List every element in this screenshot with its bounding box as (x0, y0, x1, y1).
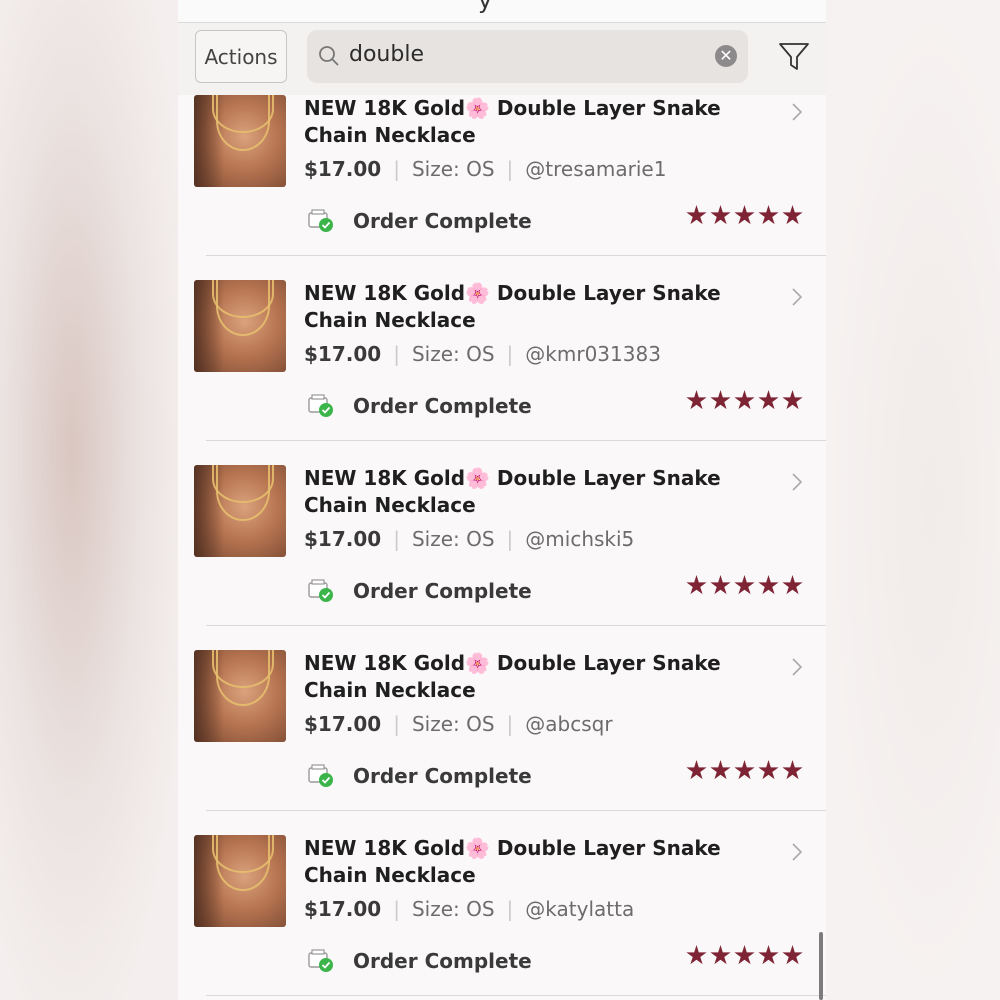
star-icon (758, 945, 779, 965)
chevron-right-icon (792, 288, 803, 306)
order-meta: $17.00 | Size: OS | @katylatta (304, 897, 635, 921)
product-thumbnail (194, 95, 286, 187)
product-thumbnail (194, 835, 286, 927)
chevron-right-icon (792, 658, 803, 676)
product-thumbnail (194, 650, 286, 742)
star-icon (782, 205, 803, 225)
product-title: NEW 18K Gold🌸 Double Layer Snake Chain N… (304, 281, 721, 332)
rating-stars (686, 575, 803, 596)
header-bar: y (178, 0, 826, 23)
star-icon (734, 760, 755, 780)
product-title: NEW 18K Gold🌸 Double Layer Snake Chain N… (304, 836, 721, 887)
star-icon (686, 390, 707, 410)
star-icon (758, 205, 779, 225)
size: Size: OS (411, 342, 495, 366)
price: $17.00 (304, 897, 382, 921)
order-meta: $17.00 | Size: OS | @michski5 (304, 527, 635, 551)
order-row[interactable]: NEW 18K Gold🌸 Double Layer Snake Chain N… (178, 256, 826, 441)
order-complete-icon (308, 394, 333, 417)
order-complete-icon (308, 209, 333, 232)
order-meta: $17.00 | Size: OS | @tresamarie1 (304, 157, 667, 181)
star-icon (782, 760, 803, 780)
star-icon (710, 390, 731, 410)
product-title: NEW 18K Gold🌸 Double Layer Snake Chain N… (304, 466, 721, 517)
star-icon (686, 760, 707, 780)
chevron-right-icon (792, 843, 803, 861)
order-status: Order Complete (353, 764, 532, 788)
star-icon (782, 945, 803, 965)
star-icon (710, 575, 731, 595)
order-status: Order Complete (353, 394, 532, 418)
order-meta: $17.00 | Size: OS | @kmr031383 (304, 342, 661, 366)
star-icon (734, 205, 755, 225)
size: Size: OS (411, 527, 495, 551)
order-complete-icon (308, 579, 333, 602)
product-title: NEW 18K Gold🌸 Double Layer Snake Chain N… (304, 651, 721, 702)
rating-stars (686, 945, 803, 966)
star-icon (782, 390, 803, 410)
buyer-username[interactable]: @tresamarie1 (525, 157, 666, 181)
price: $17.00 (304, 342, 382, 366)
order-complete-icon (308, 949, 333, 972)
buyer-username[interactable]: @kmr031383 (525, 342, 661, 366)
buyer-username[interactable]: @abcsqr (525, 712, 612, 736)
order-complete-icon (308, 764, 333, 787)
order-row[interactable]: NEW 18K Gold🌸 Double Layer Snake Chain N… (178, 626, 826, 811)
star-icon (710, 205, 731, 225)
star-icon (734, 575, 755, 595)
star-icon (782, 575, 803, 595)
order-row[interactable]: NEW 18K Gold🌸 Double Layer Snake Chain N… (178, 71, 826, 256)
product-title: NEW 18K Gold🌸 Double Layer Snake Chain N… (304, 96, 721, 147)
star-icon (734, 945, 755, 965)
product-thumbnail (194, 280, 286, 372)
background-blur-left (0, 0, 180, 1000)
chevron-right-icon (792, 473, 803, 491)
star-icon (686, 945, 707, 965)
filter-icon[interactable] (777, 40, 811, 74)
clear-icon[interactable]: ✕ (715, 45, 737, 67)
price: $17.00 (304, 157, 382, 181)
order-status: Order Complete (353, 209, 532, 233)
buyer-username[interactable]: @michski5 (525, 527, 634, 551)
star-icon (758, 760, 779, 780)
buyer-username[interactable]: @katylatta (525, 897, 634, 921)
price: $17.00 (304, 712, 382, 736)
order-row[interactable]: NEW 18K Gold🌸 Double Layer Snake Chain N… (178, 441, 826, 626)
app-screen: y Actions double ✕ NEW 18K Gold🌸 Double … (178, 0, 826, 1000)
header-title-fragment: y (478, 0, 493, 14)
rating-stars (686, 205, 803, 226)
star-icon (686, 205, 707, 225)
star-icon (758, 390, 779, 410)
search-value: double (349, 42, 424, 67)
star-icon (686, 575, 707, 595)
star-icon (734, 390, 755, 410)
order-row[interactable]: NEW 18K Gold🌸 Double Layer Snake Chain N… (178, 811, 826, 996)
search-icon (319, 46, 339, 66)
price: $17.00 (304, 527, 382, 551)
chevron-right-icon (792, 103, 803, 121)
star-icon (758, 575, 779, 595)
product-thumbnail (194, 465, 286, 557)
size: Size: OS (411, 897, 495, 921)
order-status: Order Complete (353, 949, 532, 973)
rating-stars (686, 390, 803, 411)
size: Size: OS (411, 712, 495, 736)
star-icon (710, 760, 731, 780)
rating-stars (686, 760, 803, 781)
order-status: Order Complete (353, 579, 532, 603)
order-meta: $17.00 | Size: OS | @abcsqr (304, 712, 613, 736)
background-blur-right (825, 0, 1000, 1000)
row-divider (206, 995, 826, 996)
size: Size: OS (411, 157, 495, 181)
scrollbar[interactable] (819, 932, 823, 1000)
star-icon (710, 945, 731, 965)
